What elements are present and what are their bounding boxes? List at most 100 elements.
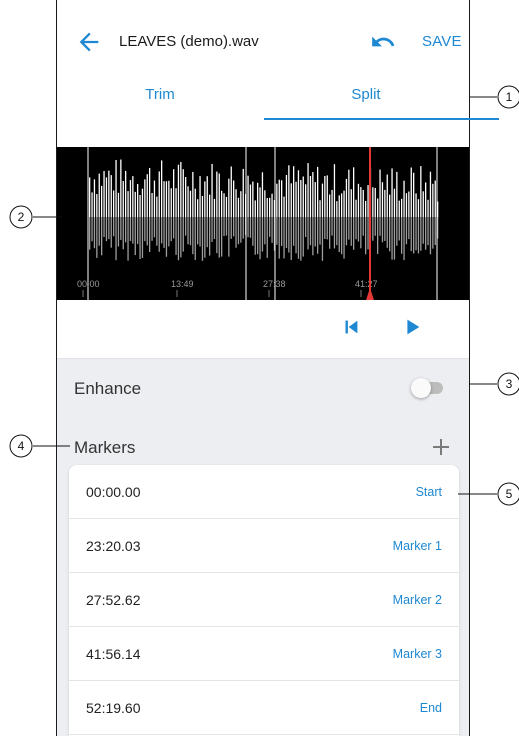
waveform-bar	[113, 217, 115, 237]
waveform-bar	[350, 217, 352, 246]
waveform-bar	[254, 217, 256, 255]
waveform-bar	[317, 217, 319, 254]
marker-time: 23:20.03	[86, 538, 141, 554]
marker-label[interactable]: Marker 3	[393, 647, 442, 661]
waveform-bar	[333, 164, 336, 217]
marker-label[interactable]: Start	[416, 485, 442, 499]
waveform-bar	[345, 217, 348, 246]
marker-label[interactable]: End	[420, 701, 442, 715]
marker-row[interactable]: 00:00.00 Start	[69, 465, 459, 519]
callout-marker	[9, 205, 33, 229]
waveform-bar	[141, 188, 144, 217]
playhead-handle[interactable]	[366, 288, 374, 300]
waveform-bar	[254, 200, 256, 217]
waveform-bar	[290, 217, 292, 261]
waveform-bar	[225, 217, 228, 236]
waveform-bar	[264, 217, 266, 245]
waveform-bar	[341, 217, 343, 255]
waveform-bar	[156, 217, 158, 246]
waveform-bar	[91, 217, 93, 242]
waveform-bar	[125, 217, 127, 243]
waveform-bar	[389, 217, 391, 252]
waveform-bar	[403, 217, 405, 261]
waveform-bar	[333, 217, 336, 249]
waveform-bar	[175, 188, 177, 217]
save-button[interactable]: SAVE	[422, 33, 462, 50]
waveform-bar	[113, 190, 115, 217]
waveform-bar	[285, 175, 288, 217]
waveform-bar	[357, 217, 360, 242]
waveform-bar	[185, 217, 187, 236]
time-label: 27:38	[263, 279, 286, 289]
waveform-bar	[122, 181, 124, 217]
waveform-bar	[261, 217, 264, 252]
waveform-bar	[149, 217, 151, 252]
tab-trim[interactable]: Trim	[57, 80, 263, 120]
marker-label[interactable]: Marker 1	[393, 539, 442, 553]
waveform-bar	[194, 217, 196, 260]
waveform-bar	[312, 217, 314, 256]
waveform-bar	[420, 166, 422, 217]
waveform-bar	[393, 217, 396, 260]
waveform-bar	[324, 217, 326, 239]
marker-label[interactable]: Marker 2	[393, 593, 442, 607]
marker-row[interactable]: 27:52.62 Marker 2	[69, 573, 459, 627]
play-icon[interactable]	[401, 316, 423, 338]
waveform-bar	[223, 217, 225, 236]
waveform-bar	[228, 178, 230, 217]
enhance-toggle[interactable]	[411, 377, 447, 399]
tab-split[interactable]: Split	[263, 80, 469, 120]
waveform-bar	[146, 217, 148, 246]
waveform-bar	[98, 173, 100, 217]
waveform-bar	[374, 217, 376, 236]
waveform-bar	[343, 217, 345, 259]
waveform-view[interactable]: 00:00 13:49 27:38 41:27	[57, 120, 470, 300]
waveform-bar	[372, 187, 374, 217]
waveform-bar	[362, 217, 364, 236]
waveform-bar	[153, 217, 156, 238]
waveform-bar	[405, 193, 408, 217]
waveform-bar	[213, 198, 216, 217]
waveform-bar	[345, 178, 348, 217]
marker-row[interactable]: 23:20.03 Marker 1	[69, 519, 459, 573]
waveform-bar	[281, 217, 283, 246]
waveform-bar	[321, 183, 324, 217]
waveform-bar	[122, 217, 124, 250]
waveform-bar	[413, 172, 415, 217]
marker-row[interactable]: 52:19.60 End	[69, 681, 459, 735]
waveform-bar	[192, 217, 194, 255]
waveform-bar	[408, 217, 410, 240]
waveform-graphic[interactable]: 00:00 13:49 27:38 41:27	[57, 120, 470, 300]
waveform-bar	[105, 177, 108, 217]
waveform-bar	[197, 217, 199, 245]
marker-row[interactable]: 41:56.14 Marker 3	[69, 627, 459, 681]
waveform-bar	[326, 217, 328, 240]
waveform-bar	[396, 171, 398, 217]
skip-to-start-icon[interactable]	[340, 316, 362, 338]
waveform-bar	[259, 217, 261, 260]
waveform-bar	[117, 217, 120, 247]
waveform-bar	[242, 217, 244, 239]
waveform-bar	[391, 168, 393, 217]
waveform-bar	[242, 168, 244, 217]
waveform-bar	[163, 217, 165, 248]
waveform-bar	[353, 217, 355, 250]
waveform-bar	[247, 175, 249, 217]
markers-list: 00:00.00 Start 23:20.03 Marker 1 27:52.6…	[69, 465, 459, 736]
waveform-bar	[336, 217, 338, 246]
waveform-bar	[108, 170, 110, 217]
waveform-bar	[321, 217, 324, 261]
waveform-bar	[405, 217, 408, 245]
waveform-bar	[144, 217, 146, 242]
plus-icon[interactable]	[429, 435, 453, 459]
waveform-bar	[305, 217, 307, 237]
waveform-bar	[307, 217, 309, 250]
waveform-bar	[170, 188, 172, 217]
waveform-bar	[158, 171, 160, 217]
undo-icon[interactable]	[369, 29, 397, 55]
waveform-bar	[93, 217, 96, 249]
arrow-left-icon[interactable]	[75, 28, 103, 56]
waveform-bar	[429, 171, 432, 217]
waveform-bar	[341, 193, 343, 217]
waveform-bar	[281, 180, 283, 217]
